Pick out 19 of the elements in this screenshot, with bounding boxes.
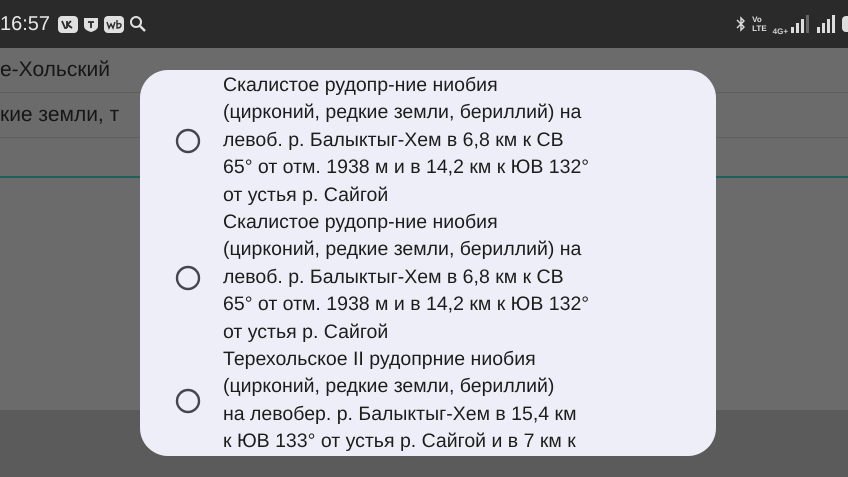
- search-icon: [129, 15, 148, 33]
- volte-label: LTE: [752, 24, 767, 33]
- radio-button[interactable]: [174, 126, 202, 155]
- app-notification-icon: [104, 16, 124, 32]
- bluetooth-icon: [736, 16, 746, 32]
- signal-icon: [790, 15, 810, 33]
- option-text[interactable]: Скалистое рудопр-ние ниобия (цирконий, редкие земли, бериллий) на левоб. р. Балыктыг-Хем в 6,8 км к СВ 65° от отм. 1938 м и в 14,2 км к ЮВ 132° от устья р. Сайгой: [223, 209, 590, 346]
- option-text[interactable]: Скалистое рудопр-ние ниобия (цирконий, редкие земли, бериллий) на левоб. р. Балыктыг-Хем в 6,8 км к СВ 65° от отм. 1938 м и в 14,2 км к ЮВ 132° от устья р. Сайгой: [223, 72, 590, 210]
- shield-icon: [83, 16, 100, 32]
- app-notification-icon: [58, 16, 78, 32]
- status-time: 16:57: [0, 12, 50, 36]
- network-type-label: 4G+: [772, 26, 788, 36]
- volte-label: Vo: [752, 15, 763, 24]
- list-text: кие земли, т: [0, 103, 120, 127]
- signal-icon: [816, 15, 836, 33]
- radio-button[interactable]: [174, 386, 202, 415]
- radio-button[interactable]: [174, 264, 202, 292]
- option-text[interactable]: Терехольское II рудопрние ниобия (цирконий, редкие земли, бериллий) на левобер. р. Балыктыг-Хем в 15,4 км к ЮВ 133° от устья р. Сайгой и в 7 км к: [223, 346, 576, 456]
- list-text: е-Хольский: [0, 58, 110, 82]
